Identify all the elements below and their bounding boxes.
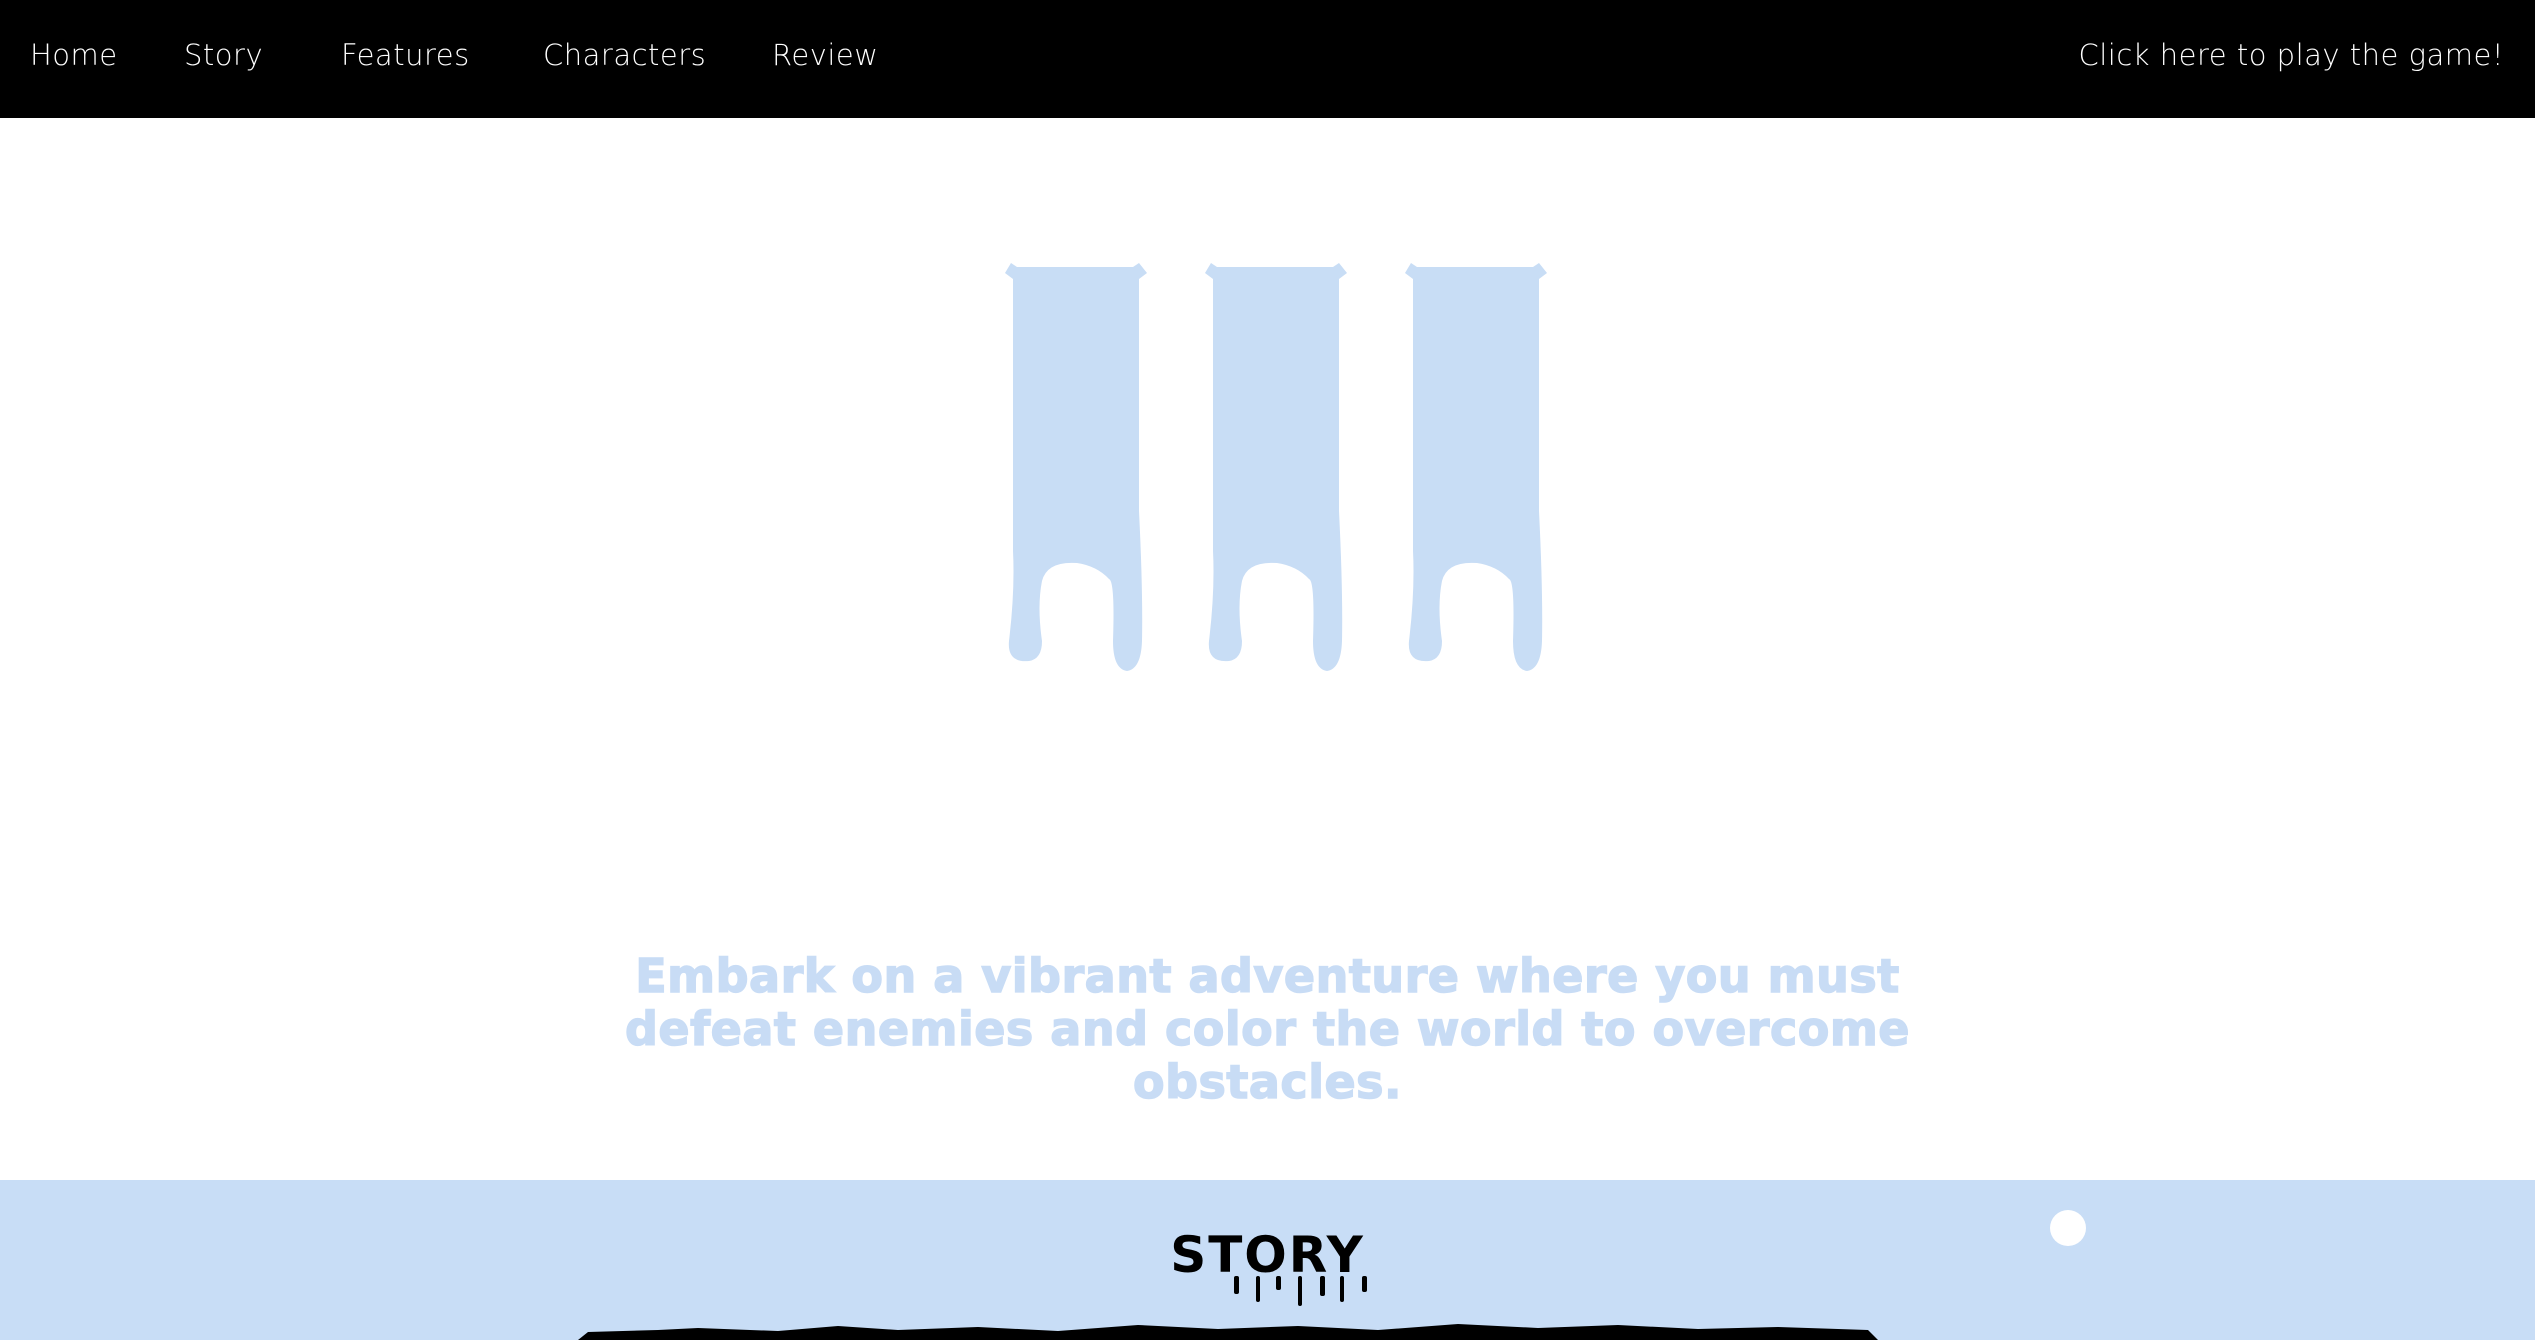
drip-decoration-icon [1234, 1276, 1367, 1306]
hero-section: Embark on a vibrant adventure where you … [0, 118, 2535, 1180]
nav-characters-link[interactable]: Characters [543, 38, 706, 72]
hero-tagline: Embark on a vibrant adventure where you … [0, 949, 2535, 1110]
story-section: STORY [0, 1180, 2535, 1340]
top-navbar: Home Story Features Characters Review Cl… [0, 0, 2535, 118]
nav-home-link[interactable]: Home [30, 38, 118, 72]
brush-stroke-divider [578, 1324, 1878, 1340]
nav-story-link[interactable]: Story [184, 38, 263, 72]
nav-review-link[interactable]: Review [772, 38, 878, 72]
triple-drip-logo-icon [1005, 263, 1547, 671]
nav-features-link[interactable]: Features [341, 38, 470, 72]
hero-tagline-text: Embark on a vibrant adventure where you … [624, 949, 1910, 1110]
play-game-link[interactable]: Click here to play the game! [2078, 38, 2504, 72]
